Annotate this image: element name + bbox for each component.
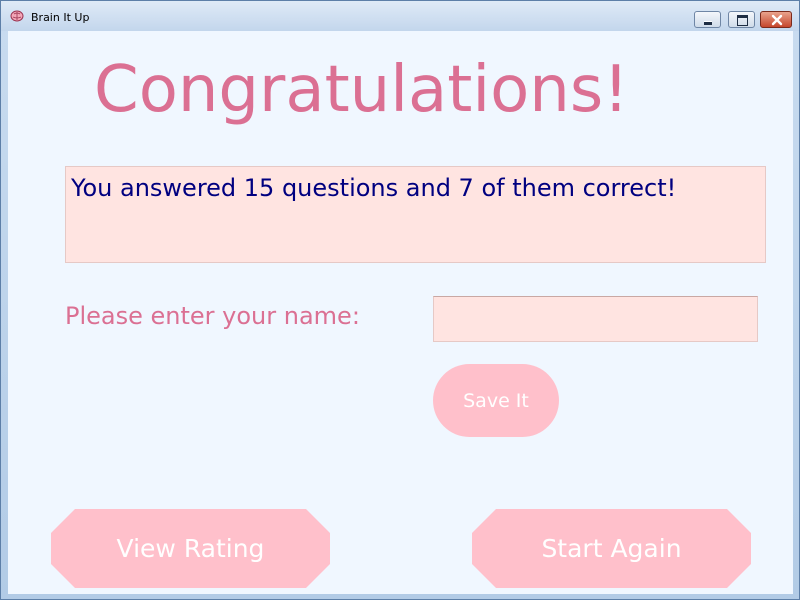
- maximize-button[interactable]: [728, 11, 755, 28]
- app-window: Brain It Up Congratulations! You answere…: [0, 0, 800, 600]
- title-bar[interactable]: Brain It Up: [1, 1, 799, 31]
- maximize-icon: [737, 15, 748, 26]
- name-input[interactable]: [433, 296, 758, 342]
- result-text: You answered 15 questions and 7 of them …: [71, 174, 677, 202]
- view-rating-button[interactable]: View Rating: [51, 509, 330, 588]
- name-label: Please enter your name:: [65, 302, 360, 330]
- minimize-button[interactable]: [694, 11, 721, 28]
- brain-app-icon: [10, 10, 24, 22]
- save-button[interactable]: Save It: [433, 364, 559, 437]
- window-title: Brain It Up: [31, 11, 90, 24]
- close-icon: [771, 14, 783, 26]
- minimize-icon: [704, 21, 712, 25]
- page-title: Congratulations!: [94, 53, 629, 127]
- result-box: You answered 15 questions and 7 of them …: [65, 166, 766, 263]
- close-button[interactable]: [760, 11, 792, 28]
- start-again-button[interactable]: Start Again: [472, 509, 751, 588]
